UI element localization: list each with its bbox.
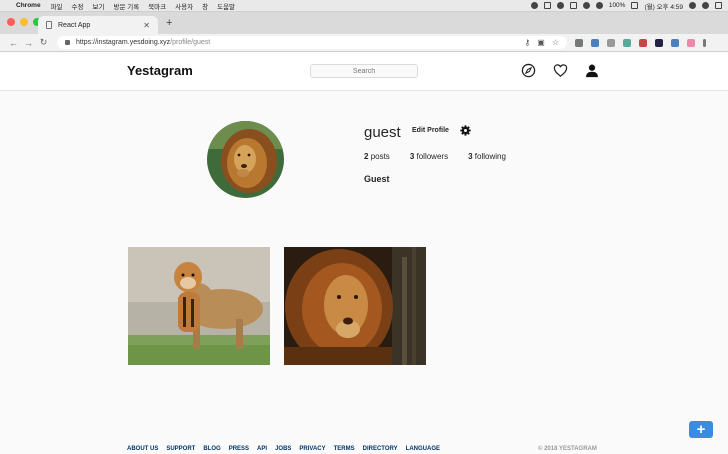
heart-icon[interactable]	[553, 63, 568, 78]
minimize-window-button[interactable]	[20, 18, 28, 26]
menu-app-name[interactable]: Chrome	[16, 2, 41, 9]
browser-tab-bar: React App ✕ +	[0, 12, 728, 34]
bluetooth-icon[interactable]	[582, 2, 590, 9]
profile-icon[interactable]	[687, 38, 695, 47]
tiger-dog-photo	[128, 247, 270, 365]
footer-link-press[interactable]: PRESS	[229, 446, 249, 452]
footer-links: ABOUT US SUPPORT BLOG PRESS API JOBS PRI…	[127, 446, 607, 452]
menu-item-file[interactable]: 파일	[51, 1, 63, 11]
footer-link-support[interactable]: SUPPORT	[166, 446, 195, 452]
browser-toolbar: ← → ↻ https://instagram.yesdoing.xyz/pro…	[0, 34, 728, 52]
tray-app-icon[interactable]	[530, 2, 538, 9]
profile-stats: 2 posts 3 followers 3 following	[364, 152, 526, 161]
menu-item-history[interactable]: 방문 기록	[113, 1, 139, 11]
lock-icon	[65, 40, 70, 45]
posts-stat[interactable]: 2 posts	[364, 152, 390, 161]
edit-profile-button[interactable]: Edit Profile	[407, 124, 454, 138]
notification-center-icon[interactable]	[715, 2, 722, 9]
footer-link-jobs[interactable]: JOBS	[275, 446, 291, 452]
footer-link-directory[interactable]: DIRECTORY	[363, 446, 398, 452]
profile-avatar[interactable]	[207, 121, 284, 198]
lion-avatar-image	[207, 121, 284, 198]
tray-glasses-icon[interactable]	[569, 2, 577, 9]
search-spotlight-icon[interactable]	[689, 2, 696, 9]
post-thumbnail[interactable]	[284, 247, 426, 365]
wifi-icon[interactable]	[595, 2, 603, 9]
back-icon[interactable]: ←	[6, 38, 21, 48]
lion-photo	[284, 247, 426, 365]
following-stat[interactable]: 3 following	[468, 152, 506, 161]
posts-label: posts	[370, 152, 390, 161]
footer-link-blog[interactable]: BLOG	[203, 446, 220, 452]
bookmark-star-icon[interactable]: ☆	[552, 38, 559, 47]
menu-item-bookmarks[interactable]: 북마크	[148, 1, 166, 11]
address-bar[interactable]: https://instagram.yesdoing.xyz/profile/g…	[57, 36, 567, 49]
following-count: 3	[468, 152, 473, 161]
extension-icon[interactable]	[607, 38, 615, 47]
tray-window-icon[interactable]	[543, 2, 551, 9]
user-profile-icon[interactable]	[585, 63, 599, 78]
following-label: following	[474, 152, 506, 161]
menu-item-view[interactable]: 보기	[93, 1, 105, 11]
forward-icon[interactable]: →	[21, 38, 36, 48]
footer-link-terms[interactable]: TERMS	[334, 446, 355, 452]
macos-menu-bar: Chrome 파일 수정 보기 방문 기록 북마크 사용자 창 도움말 100%…	[0, 0, 728, 12]
profile-username: guest	[364, 124, 401, 141]
followers-count: 3	[409, 152, 415, 161]
app-header: Yestagram	[0, 53, 728, 91]
tray-chat-icon[interactable]	[556, 2, 564, 9]
window-controls	[7, 18, 41, 26]
footer-copyright: © 2018 YESTAGRAM	[538, 446, 597, 452]
address-bar-actions: ⚷ ▣ ☆	[524, 38, 559, 47]
tab-title: React App	[58, 21, 91, 29]
page-icon	[46, 21, 52, 29]
extension-icon[interactable]	[655, 38, 663, 47]
footer-link-about[interactable]: ABOUT US	[127, 446, 158, 452]
key-icon[interactable]: ⚷	[524, 38, 530, 47]
footer-link-language[interactable]: LANGUAGE	[406, 446, 440, 452]
menu-item-people[interactable]: 사용자	[175, 1, 193, 11]
reload-icon[interactable]: ↻	[36, 37, 51, 48]
gear-icon[interactable]	[460, 125, 471, 136]
extension-icon[interactable]	[591, 38, 599, 47]
extensions	[575, 38, 706, 47]
menu-item-edit[interactable]: 수정	[72, 1, 84, 11]
user-avatar-icon[interactable]	[702, 2, 709, 9]
chrome-menu-icon[interactable]	[703, 38, 706, 47]
posts-count: 2	[364, 152, 369, 161]
battery-icon[interactable]	[631, 2, 639, 9]
post-thumbnail[interactable]	[128, 247, 270, 365]
compass-icon[interactable]	[521, 63, 536, 78]
close-tab-icon[interactable]: ✕	[143, 21, 150, 30]
menu-item-help[interactable]: 도움말	[217, 1, 235, 11]
url-host: https://instagram.yesdoing.xyz	[76, 39, 171, 46]
profile-full-name: Guest	[364, 174, 390, 184]
extension-icon[interactable]	[623, 38, 631, 47]
followers-label: followers	[416, 152, 449, 161]
followers-stat[interactable]: 3 followers	[410, 152, 448, 161]
app-logo[interactable]: Yestagram	[127, 63, 193, 78]
translate-icon[interactable]: ▣	[537, 38, 545, 47]
menu-tray: 100% (월) 오후 4:59	[530, 1, 722, 11]
extension-icon[interactable]	[639, 38, 647, 47]
menu-item-window[interactable]: 창	[202, 1, 208, 11]
new-tab-icon[interactable]: +	[166, 17, 172, 29]
menu-clock[interactable]: (월) 오후 4:59	[644, 1, 683, 11]
battery-percent: 100%	[608, 2, 626, 9]
browser-tab[interactable]: React App ✕	[38, 16, 158, 34]
extension-icon[interactable]	[575, 38, 583, 47]
footer-link-privacy[interactable]: PRIVACY	[299, 446, 325, 452]
footer-link-api[interactable]: API	[257, 446, 267, 452]
close-window-button[interactable]	[7, 18, 15, 26]
extension-icon[interactable]	[671, 38, 679, 47]
url-path: /profile/guest	[170, 39, 211, 46]
add-post-button[interactable]: +	[689, 421, 713, 438]
search-input[interactable]	[310, 64, 418, 78]
